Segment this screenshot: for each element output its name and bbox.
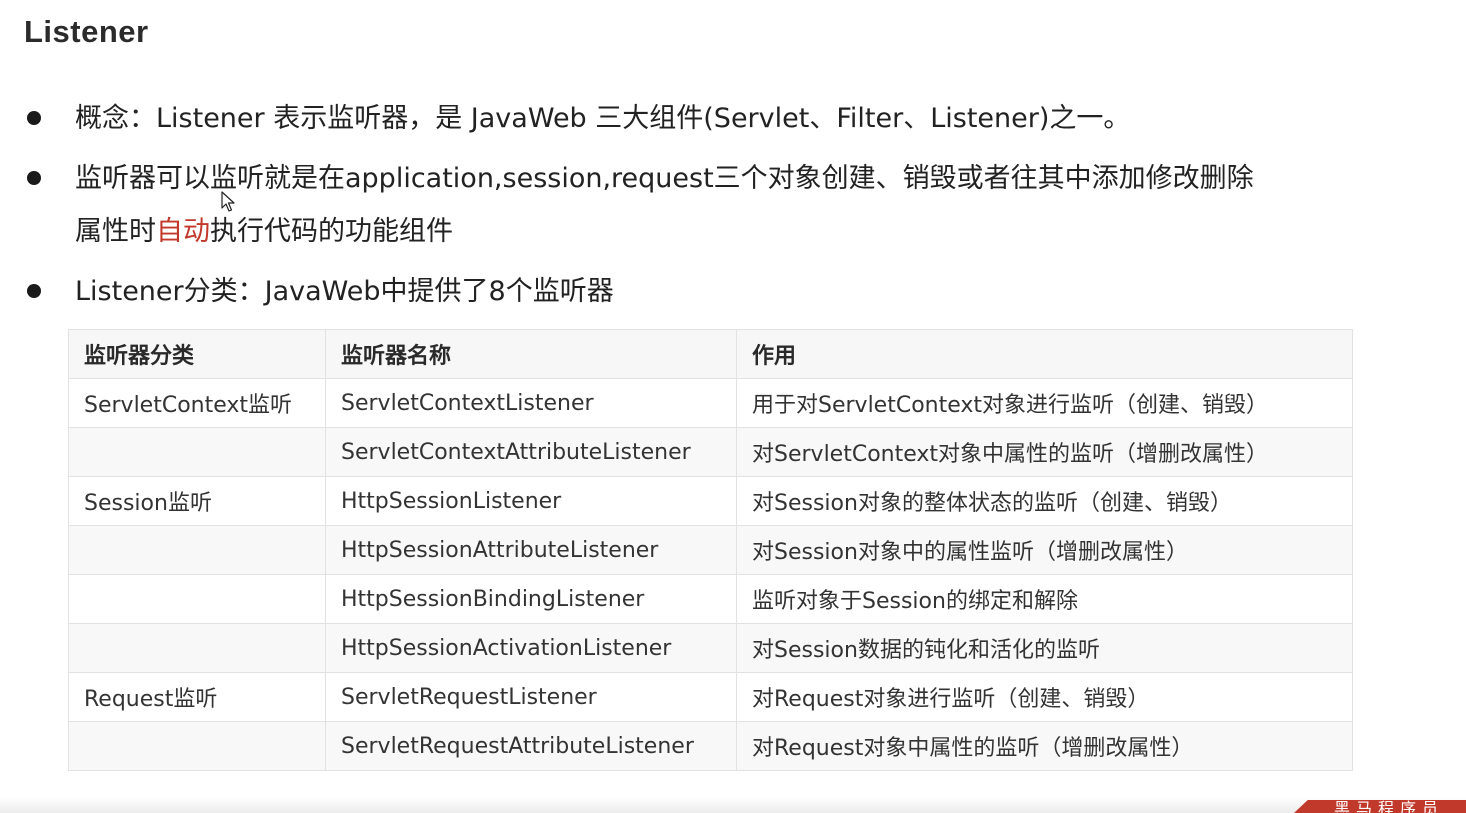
cell-name: HttpSessionBindingListener: [325, 574, 737, 624]
header-purpose: 作用: [736, 329, 1353, 379]
bullet-classification: Listener分类：JavaWeb中提供了8个监听器: [24, 265, 1344, 318]
cell-purpose: 对Request对象进行监听（创建、销毁）: [736, 672, 1353, 722]
bullet-description-line2-before: 属性时: [75, 216, 156, 247]
table-row: HttpSessionActivationListener 对Session数据…: [68, 623, 1353, 673]
cell-purpose: 监听对象于Session的绑定和解除: [736, 574, 1353, 624]
cell-purpose: 对ServletContext对象中属性的监听（增删改属性）: [736, 427, 1353, 477]
bullet-dot-icon: [27, 171, 41, 185]
cell-name: ServletRequestAttributeListener: [325, 721, 737, 771]
cell-category: [68, 721, 326, 771]
brand-banner-text: 黑马程序员: [1334, 800, 1445, 813]
header-category: 监听器分类: [68, 329, 326, 379]
table-row: Session监听 HttpSessionListener 对Session对象…: [68, 476, 1353, 526]
bullet-dot-icon: [27, 111, 41, 125]
cell-name: HttpSessionAttributeListener: [325, 525, 737, 575]
table-row: HttpSessionAttributeListener 对Session对象中…: [68, 525, 1353, 575]
cell-purpose: 对Session对象的整体状态的监听（创建、销毁）: [736, 476, 1353, 526]
bullet-description-line1: 监听器可以监听就是在application,session,request三个对…: [75, 163, 1254, 194]
cell-purpose: 对Session数据的钝化和活化的监听: [736, 623, 1353, 673]
cell-category: Request监听: [68, 672, 326, 722]
table-header-row: 监听器分类 监听器名称 作用: [68, 329, 1353, 379]
bullet-concept-text: 概念：Listener 表示监听器，是 JavaWeb 三大组件(Servlet…: [75, 103, 1131, 134]
table-row: ServletContextAttributeListener 对Servlet…: [68, 427, 1353, 477]
cell-name: HttpSessionListener: [325, 476, 737, 526]
cell-category: ServletContext监听: [68, 378, 326, 428]
cell-category: [68, 574, 326, 624]
cell-category: [68, 525, 326, 575]
bullet-description-line2-after: 执行代码的功能组件: [210, 216, 453, 247]
table-row: Request监听 ServletRequestListener 对Reques…: [68, 672, 1353, 722]
bullet-dot-icon: [27, 284, 41, 298]
table-row: HttpSessionBindingListener 监听对象于Session的…: [68, 574, 1353, 624]
listener-table: 监听器分类 监听器名称 作用 ServletContext监听 ServletC…: [68, 329, 1353, 771]
cell-category: Session监听: [68, 476, 326, 526]
bottom-edge: [0, 797, 1466, 813]
cell-name: HttpSessionActivationListener: [325, 623, 737, 673]
cell-purpose: 对Request对象中属性的监听（增删改属性）: [736, 721, 1353, 771]
mouse-pointer-icon: [221, 191, 235, 212]
bullet-concept: 概念：Listener 表示监听器，是 JavaWeb 三大组件(Servlet…: [24, 92, 1344, 145]
cell-category: [68, 623, 326, 673]
cell-name: ServletRequestListener: [325, 672, 737, 722]
cell-purpose: 对Session对象中的属性监听（增删改属性）: [736, 525, 1353, 575]
cell-name: ServletContextAttributeListener: [325, 427, 737, 477]
table-row: ServletRequestAttributeListener 对Request…: [68, 721, 1353, 771]
page-title: Listener: [24, 14, 149, 49]
cell-category: [68, 427, 326, 477]
header-name: 监听器名称: [325, 329, 737, 379]
cell-purpose: 用于对ServletContext对象进行监听（创建、销毁）: [736, 378, 1353, 428]
bullet-classification-text: Listener分类：JavaWeb中提供了8个监听器: [75, 276, 614, 307]
cell-name: ServletContextListener: [325, 378, 737, 428]
table-row: ServletContext监听 ServletContextListener …: [68, 378, 1353, 428]
highlight-auto-text: 自动: [156, 216, 210, 247]
brand-banner: 黑马程序员: [1294, 800, 1466, 813]
